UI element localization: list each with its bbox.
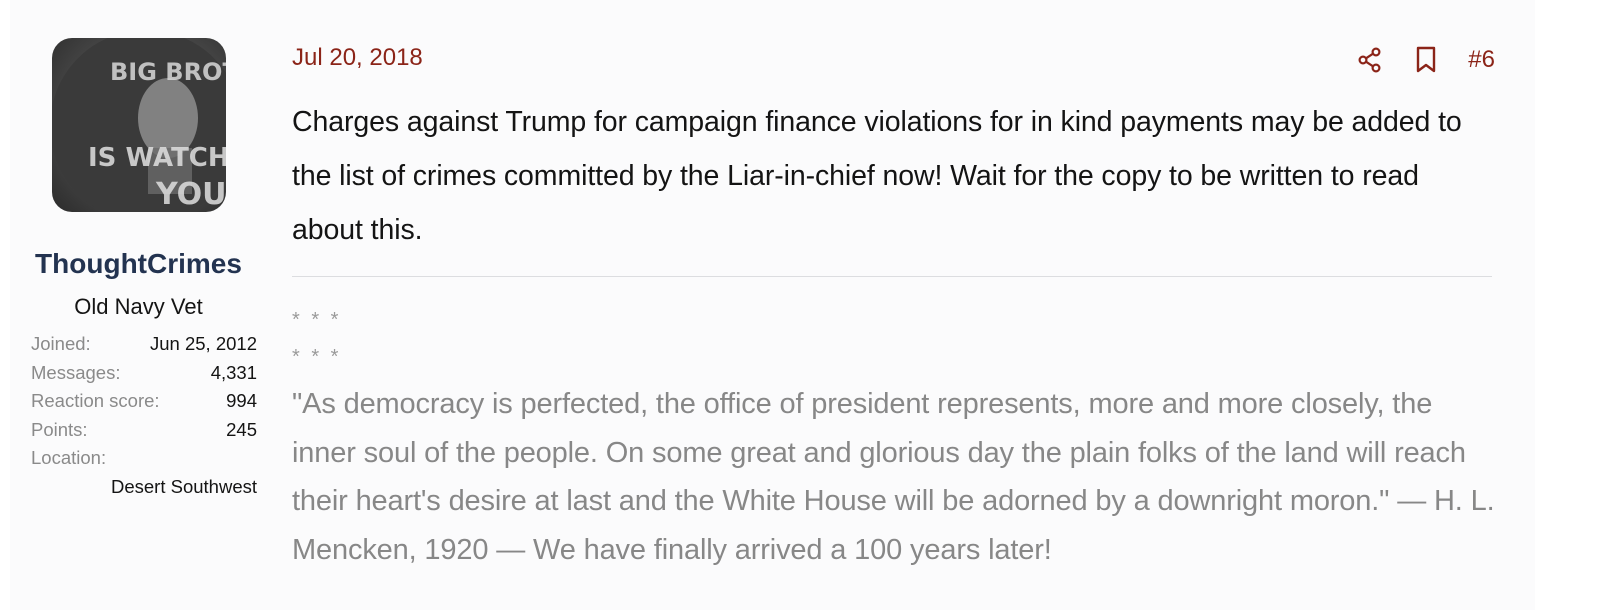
share-icon[interactable] — [1356, 46, 1384, 74]
post-number-link[interactable]: #6 — [1468, 46, 1495, 74]
svg-text:IS WATCH: IS WATCH — [88, 143, 226, 173]
stat-points: Points: 245 — [31, 416, 257, 445]
signature-quote: "As democracy is perfected, the office o… — [292, 388, 1495, 566]
signature-stars: * * * — [292, 346, 342, 368]
stat-value: Jun 25, 2012 — [150, 333, 257, 354]
stat-location-value: Desert Southwest — [110, 475, 257, 497]
stat-label: Messages: — [31, 361, 121, 383]
stat-joined: Joined: Jun 25, 2012 — [31, 330, 257, 359]
post-body: Charges against Trump for campaign finan… — [292, 106, 1462, 246]
user-title: Old Navy Vet — [74, 294, 203, 319]
post-date[interactable]: Jul 20, 2018 — [292, 44, 423, 72]
stat-reaction-score: Reaction score: 994 — [31, 387, 257, 416]
svg-text:BIG BROT: BIG BROT — [110, 58, 226, 86]
avatar[interactable]: BIG BROT IS WATCH YOU — [52, 38, 226, 212]
stat-messages: Messages: 4,331 — [31, 359, 257, 388]
stat-value[interactable]: 4,331 — [211, 359, 257, 388]
signature: * * * * * * "As democracy is perfected, … — [292, 302, 1502, 574]
stat-label: Location: — [31, 447, 107, 468]
signature-stars: * * * — [292, 309, 342, 331]
signature-divider — [292, 276, 1492, 277]
post-actions: #6 — [1356, 40, 1495, 80]
stat-value[interactable]: 245 — [226, 416, 257, 445]
stat-label: Reaction score: — [31, 390, 160, 411]
username[interactable]: ThoughtCrimes — [31, 248, 246, 280]
svg-text:YOU: YOU — [155, 177, 226, 212]
stat-value: 994 — [226, 390, 257, 411]
bookmark-icon[interactable] — [1412, 46, 1440, 74]
avatar-image: BIG BROT IS WATCH YOU — [52, 38, 226, 212]
stat-label: Points: — [31, 418, 88, 440]
forum-post: BIG BROT IS WATCH YOU ThoughtCrimes Old … — [10, 0, 1535, 610]
stat-location: Location: — [31, 444, 257, 473]
user-stats: Joined: Jun 25, 2012 Messages: 4,331 Rea… — [31, 330, 257, 501]
stat-label: Joined: — [31, 333, 91, 354]
